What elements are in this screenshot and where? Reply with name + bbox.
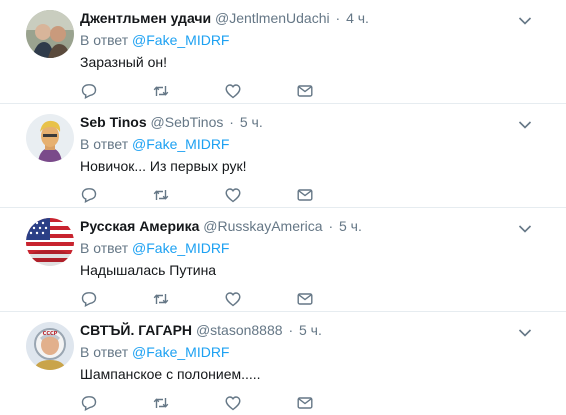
tweet-actions (80, 82, 320, 100)
avatar[interactable] (26, 114, 74, 162)
author-handle[interactable]: @RusskayAmerica (203, 218, 322, 234)
like-button[interactable] (224, 290, 242, 308)
direct-message-button[interactable] (296, 82, 314, 100)
tweet-item[interactable]: СССР СВТЪЙ. ГАГАРН @stason8888 · 5 ч. В … (0, 312, 566, 415)
avatar[interactable] (26, 10, 74, 58)
separator: · (229, 114, 234, 130)
tweet-header: СВТЪЙ. ГАГАРН @stason8888 · 5 ч. (80, 321, 526, 339)
reply-button[interactable] (80, 82, 98, 100)
envelope-icon (297, 85, 313, 97)
tweet-text: Шампанское с полонием..... (80, 366, 261, 382)
retweet-icon (153, 398, 169, 408)
reply-prefix: В ответ (80, 136, 129, 152)
retweet-button[interactable] (152, 186, 170, 204)
envelope-icon (297, 293, 313, 305)
us-flag-icon (26, 218, 74, 266)
svg-text:СССР: СССР (43, 331, 58, 337)
author-handle[interactable]: @stason8888 (196, 322, 283, 338)
reply-button[interactable] (80, 394, 98, 412)
reply-icon (81, 292, 97, 308)
reply-button[interactable] (80, 290, 98, 308)
timestamp[interactable]: 5 ч. (339, 218, 362, 234)
reply-to-link[interactable]: @Fake_MIDRF (132, 344, 229, 360)
direct-message-button[interactable] (296, 394, 314, 412)
tweet-header: Русская Америка @RusskayAmerica · 5 ч. (80, 217, 526, 235)
timestamp[interactable]: 5 ч. (240, 114, 263, 130)
timestamp[interactable]: 4 ч. (346, 10, 369, 26)
reply-to-link[interactable]: @Fake_MIDRF (132, 240, 229, 256)
author-handle[interactable]: @JentlmenUdachi (215, 10, 330, 26)
chevron-down-icon[interactable] (518, 325, 532, 337)
chevron-down-icon[interactable] (518, 13, 532, 25)
reply-to-link[interactable]: @Fake_MIDRF (132, 136, 229, 152)
reply-context: В ответ @Fake_MIDRF (80, 343, 229, 361)
author-name[interactable]: СВТЪЙ. ГАГАРН (80, 322, 192, 338)
reply-context: В ответ @Fake_MIDRF (80, 135, 229, 153)
author-handle[interactable]: @SebTinos (151, 114, 224, 130)
tweet-item[interactable]: Seb Tinos @SebTinos · 5 ч. В ответ @Fake… (0, 104, 566, 208)
like-button[interactable] (224, 186, 242, 204)
reply-context: В ответ @Fake_MIDRF (80, 239, 229, 257)
tweet-actions (80, 394, 320, 412)
reply-prefix: В ответ (80, 344, 129, 360)
astronaut-icon: СССР (26, 322, 74, 370)
tweet-actions (80, 290, 320, 308)
author-name[interactable]: Русская Америка (80, 218, 199, 234)
avatar-photo-icon (26, 10, 74, 58)
reply-prefix: В ответ (80, 32, 129, 48)
retweet-icon (153, 86, 169, 96)
tweet-text: Новичок... Из первых рук! (80, 158, 247, 174)
chevron-down-icon[interactable] (518, 117, 532, 129)
tweet-header: Джентльмен удачи @JentlmenUdachi · 4 ч. (80, 9, 526, 27)
reply-to-link[interactable]: @Fake_MIDRF (132, 32, 229, 48)
reply-button[interactable] (80, 186, 98, 204)
retweet-icon (153, 190, 169, 200)
heart-icon (225, 396, 241, 411)
tweet-actions (80, 186, 320, 204)
author-name[interactable]: Seb Tinos (80, 114, 147, 130)
tweet-item[interactable]: Джентльмен удачи @JentlmenUdachi · 4 ч. … (0, 0, 566, 104)
avatar[interactable]: СССР (26, 322, 74, 370)
envelope-icon (297, 397, 313, 409)
heart-icon (225, 292, 241, 307)
retweet-icon (153, 294, 169, 304)
separator: · (288, 322, 294, 338)
tweet-header: Seb Tinos @SebTinos · 5 ч. (80, 113, 526, 131)
reply-thread: Джентльмен удачи @JentlmenUdachi · 4 ч. … (0, 0, 566, 415)
like-button[interactable] (224, 394, 242, 412)
tweet-text: Надышалась Путина (80, 262, 217, 278)
retweet-button[interactable] (152, 394, 170, 412)
reply-icon (81, 188, 97, 204)
reply-context: В ответ @Fake_MIDRF (80, 31, 229, 49)
tweet-text: Заразный он! (80, 54, 167, 70)
separator: · (328, 218, 334, 234)
reply-icon (81, 396, 97, 412)
avatar[interactable] (26, 218, 74, 266)
heart-icon (225, 84, 241, 99)
envelope-icon (297, 189, 313, 201)
retweet-button[interactable] (152, 82, 170, 100)
chevron-down-icon[interactable] (518, 221, 532, 233)
avatar-cartoon-icon (26, 114, 74, 162)
heart-icon (225, 188, 241, 203)
reply-icon (81, 84, 97, 100)
separator: · (335, 10, 341, 26)
timestamp[interactable]: 5 ч. (299, 322, 322, 338)
tweet-item[interactable]: Русская Америка @RusskayAmerica · 5 ч. В… (0, 208, 566, 312)
retweet-button[interactable] (152, 290, 170, 308)
author-name[interactable]: Джентльмен удачи (80, 10, 211, 26)
direct-message-button[interactable] (296, 186, 314, 204)
direct-message-button[interactable] (296, 290, 314, 308)
reply-prefix: В ответ (80, 240, 129, 256)
like-button[interactable] (224, 82, 242, 100)
